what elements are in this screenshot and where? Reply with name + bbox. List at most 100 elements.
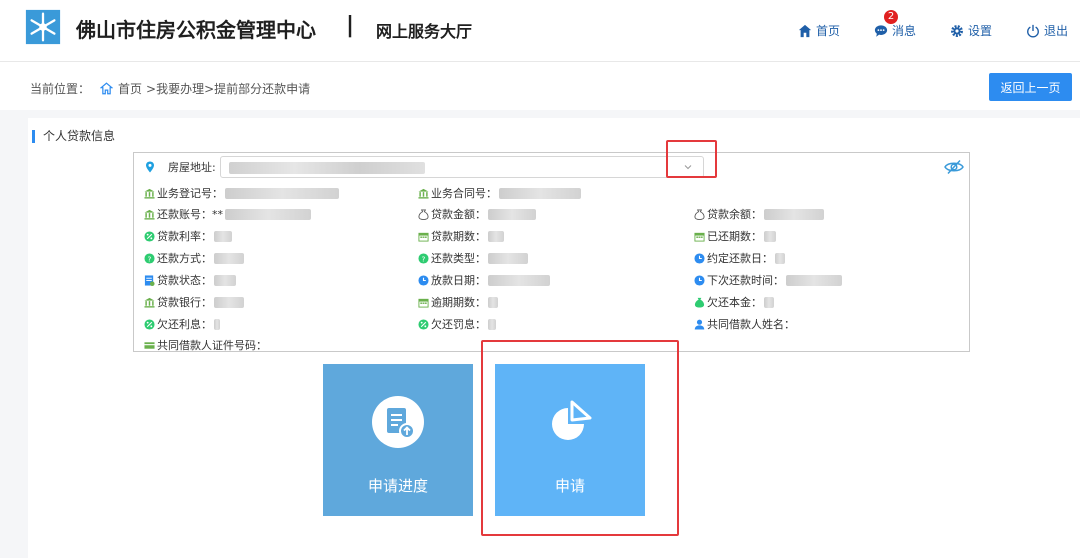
money-bag-icon — [418, 208, 429, 220]
nav-home[interactable]: 首页 — [798, 22, 840, 39]
agreed-repay-day-label: 约定还款日： — [707, 252, 773, 265]
title-separator: | — [346, 13, 355, 38]
field-loan-status: 贷款状态： — [144, 272, 236, 288]
message-icon — [874, 24, 888, 37]
bank-icon — [418, 188, 429, 199]
business-reg-no-value-redacted — [225, 187, 339, 199]
breadcrumb-home-icon — [100, 82, 114, 95]
user-icon — [694, 319, 705, 330]
field-loan-term: 贷款期数： — [418, 228, 504, 244]
loan-bank-value-redacted — [214, 296, 244, 308]
nav-messages[interactable]: 2 消息 — [874, 10, 917, 39]
gear-icon — [951, 24, 963, 37]
breadcrumb-prefix: 当前位置： — [30, 82, 91, 96]
field-next-repay-time: 下次还款时间： — [694, 272, 842, 288]
eye-slash-icon[interactable] — [944, 159, 964, 175]
repay-account-label: 还款账号： — [157, 208, 212, 221]
disburse-date-value-redacted — [488, 274, 550, 286]
logo-icon — [25, 9, 61, 45]
status-doc-icon — [144, 274, 155, 286]
percent-icon — [144, 230, 155, 242]
loan-status-value-redacted — [214, 274, 236, 286]
hall-title: 网上服务大厅 — [376, 22, 473, 41]
calendar-icon — [694, 232, 705, 242]
field-co-borrower-id: 共同借款人证件号码： — [144, 337, 267, 353]
field-owed-interest: 欠还利息： — [144, 316, 220, 332]
percent-icon — [144, 318, 155, 330]
business-contract-no-label: 业务合同号： — [431, 187, 497, 200]
apply-progress-label: 申请进度 — [367, 477, 428, 495]
disburse-date-label: 放款日期： — [431, 274, 486, 287]
field-co-borrower-name: 共同借款人姓名： — [694, 316, 795, 332]
field-overdue-terms: 逾期期数： — [418, 294, 498, 310]
percent-icon — [418, 318, 429, 330]
loan-bank-label: 贷款银行： — [157, 296, 212, 309]
field-loan-amount: 贷款金额： — [418, 206, 536, 222]
owed-interest-label: 欠还利息： — [157, 318, 212, 331]
loan-rate-value-redacted — [214, 230, 232, 242]
svg-text:?: ? — [422, 254, 426, 263]
org-title: 佛山市住房公积金管理中心 — [76, 18, 316, 42]
nav-settings-label: 设置 — [968, 24, 993, 38]
id-card-icon — [144, 341, 155, 349]
co-borrower-name-label: 共同借款人姓名： — [707, 318, 795, 331]
loan-rate-label: 贷款利率： — [157, 230, 212, 243]
question-circle-icon: ? — [144, 252, 155, 264]
loan-amount-value-redacted — [488, 208, 536, 220]
address-value-redacted — [229, 162, 425, 174]
breadcrumb-bar: 当前位置： 首页 >我要办理>提前部分还款申请 返回上一页 — [0, 62, 1080, 110]
location-pin-icon — [146, 161, 154, 173]
field-owed-penalty: 欠还罚息： — [418, 316, 496, 332]
message-count-badge: 2 — [884, 10, 898, 24]
money-bag-icon — [694, 297, 705, 308]
breadcrumb-path: >我要办理>提前部分还款申请 — [146, 82, 311, 96]
overdue-terms-label: 逾期期数： — [431, 296, 486, 309]
field-loan-rate: 贷款利率： — [144, 228, 232, 244]
nav-logout[interactable]: 退出 — [1026, 22, 1068, 39]
next-repay-time-value-redacted — [786, 274, 842, 286]
calendar-icon — [418, 232, 429, 242]
address-select[interactable] — [220, 156, 704, 178]
address-row: 房屋地址: — [144, 159, 216, 175]
field-repay-type: ? 还款类型： — [418, 250, 528, 266]
business-reg-no-label: 业务登记号： — [157, 187, 223, 200]
clock-icon — [694, 274, 705, 286]
loan-status-label: 贷款状态： — [157, 274, 212, 287]
loan-info-box: 房屋地址: 业务登记号： 业务合同号： 还款账号： ** 贷款金额： 贷款余额：… — [133, 152, 970, 352]
repay-type-label: 还款类型： — [431, 252, 486, 265]
loan-term-value-redacted — [488, 230, 504, 242]
nav-logout-label: 退出 — [1044, 24, 1069, 38]
field-paid-terms: 已还期数： — [694, 228, 776, 244]
agreed-repay-day-value-redacted — [775, 252, 785, 264]
field-loan-bank: 贷款银行： — [144, 294, 244, 310]
clock-icon — [418, 274, 429, 286]
nav-messages-label: 消息 — [892, 24, 917, 38]
loan-balance-value-redacted — [764, 208, 824, 220]
paid-terms-value-redacted — [764, 230, 776, 242]
field-repay-method: ? 还款方式： — [144, 250, 244, 266]
field-owed-principal: 欠还本金： — [694, 294, 774, 310]
highlight-frame-apply — [481, 340, 679, 536]
back-button[interactable]: 返回上一页 — [989, 73, 1072, 101]
breadcrumb: 当前位置： 首页 >我要办理>提前部分还款申请 — [30, 80, 310, 97]
field-loan-balance: 贷款余额： — [694, 206, 824, 222]
highlight-frame-dropdown — [666, 140, 717, 178]
repay-method-value-redacted — [214, 252, 244, 264]
document-upload-icon — [372, 396, 424, 448]
owed-penalty-label: 欠还罚息： — [431, 318, 486, 331]
power-icon — [1027, 24, 1039, 37]
field-repay-account: 还款账号： ** — [144, 206, 311, 222]
loan-amount-label: 贷款金额： — [431, 208, 486, 221]
repay-method-label: 还款方式： — [157, 252, 212, 265]
apply-progress-tile[interactable]: 申请进度 — [323, 364, 473, 516]
loan-balance-label: 贷款余额： — [707, 208, 762, 221]
money-bag-icon — [694, 208, 705, 220]
field-disburse-date: 放款日期： — [418, 272, 550, 288]
loan-term-label: 贷款期数： — [431, 230, 486, 243]
calendar-icon — [418, 298, 429, 308]
svg-text:?: ? — [148, 254, 152, 263]
nav-settings[interactable]: 设置 — [950, 22, 992, 39]
owed-principal-label: 欠还本金： — [707, 296, 762, 309]
co-borrower-id-label: 共同借款人证件号码： — [157, 339, 267, 352]
breadcrumb-home-link[interactable]: 首页 — [118, 80, 142, 97]
